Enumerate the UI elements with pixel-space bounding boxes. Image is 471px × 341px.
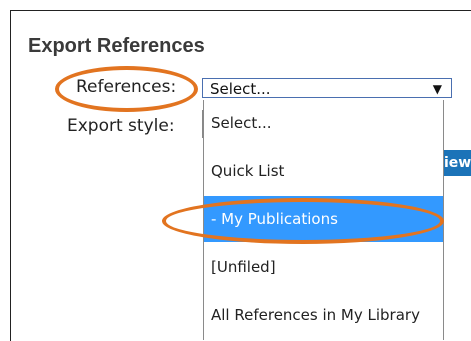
references-select[interactable]: Select... ▼ (202, 78, 452, 98)
option-all-references[interactable]: All References in My Library (204, 292, 443, 338)
dialog-title: Export References (28, 35, 205, 57)
export-style-label: Export style: (67, 116, 175, 136)
option-select[interactable]: Select... (204, 100, 443, 146)
references-label: References: (76, 77, 177, 97)
option-unfiled[interactable]: [Unfiled] (204, 244, 443, 290)
option-my-publications[interactable]: - My Publications (204, 196, 443, 242)
dropdown-arrow-icon: ▼ (432, 82, 442, 96)
references-select-value: Select... (210, 80, 271, 98)
preview-button[interactable]: iew (441, 150, 471, 176)
option-quick-list[interactable]: Quick List (204, 148, 443, 194)
references-dropdown-list: Select... Quick List - My Publications [… (203, 100, 444, 340)
